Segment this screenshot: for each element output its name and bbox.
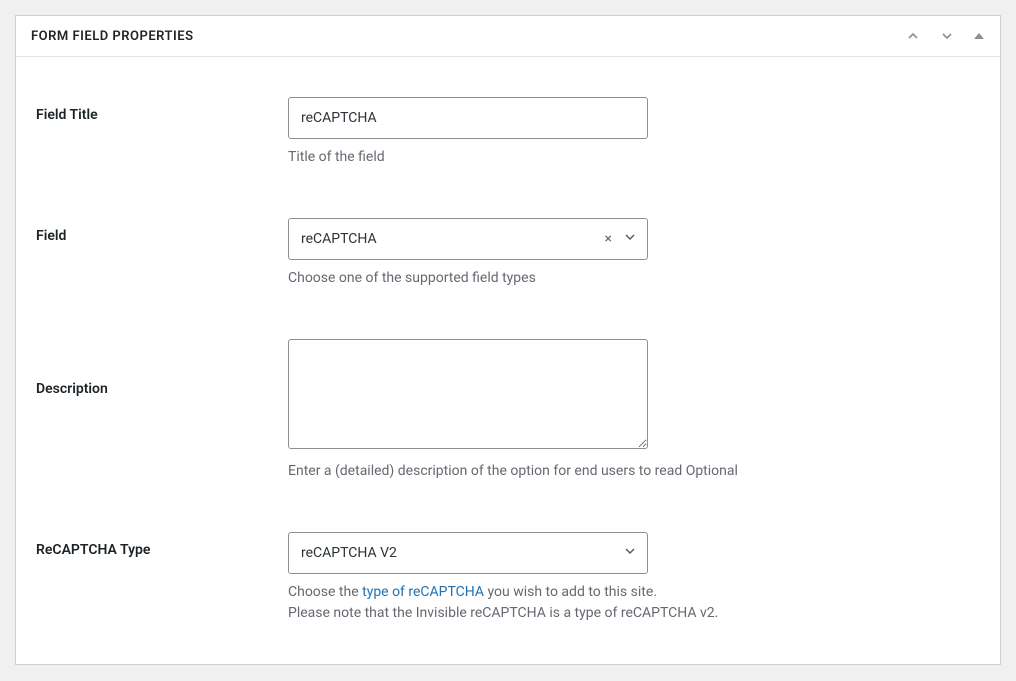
field-title-input[interactable] [288, 97, 648, 139]
field-select-icons: × [605, 229, 638, 249]
clear-icon[interactable]: × [605, 231, 612, 247]
chevron-down-icon[interactable] [622, 543, 638, 563]
panel-header: FORM FIELD PROPERTIES [16, 16, 1000, 57]
recaptcha-type-value: reCAPTCHA V2 [288, 532, 648, 574]
field-control: reCAPTCHA × Choose one of the supported … [288, 218, 648, 289]
field-select[interactable]: reCAPTCHA × [288, 218, 648, 260]
chevron-down-icon[interactable] [622, 229, 638, 249]
description-help: Enter a (detailed) description of the op… [288, 461, 808, 482]
field-label: Field [36, 218, 288, 289]
collapse-icon[interactable] [973, 30, 985, 42]
recaptcha-type-help: Choose the type of reCAPTCHA you wish to… [288, 582, 808, 624]
description-control: Enter a (detailed) description of the op… [288, 339, 648, 482]
panel-controls [905, 28, 985, 44]
field-title-row: Field Title Title of the field [36, 97, 980, 168]
recaptcha-type-row: ReCAPTCHA Type reCAPTCHA V2 Choose the t… [36, 532, 980, 624]
recaptcha-help-note: Please note that the Invisible reCAPTCHA… [288, 605, 718, 621]
recaptcha-type-label: ReCAPTCHA Type [36, 532, 288, 624]
chevron-up-icon[interactable] [905, 28, 921, 44]
recaptcha-type-select[interactable]: reCAPTCHA V2 [288, 532, 648, 574]
field-title-label: Field Title [36, 97, 288, 168]
recaptcha-type-icons [622, 543, 638, 563]
recaptcha-type-control: reCAPTCHA V2 Choose the type of reCAPTCH… [288, 532, 648, 624]
description-row: Description Enter a (detailed) descripti… [36, 339, 980, 482]
field-select-value: reCAPTCHA [288, 218, 648, 260]
recaptcha-help-prefix: Choose the [288, 584, 362, 600]
field-row: Field reCAPTCHA × Choose one of the supp… [36, 218, 980, 289]
description-textarea[interactable] [288, 339, 648, 449]
field-title-control: Title of the field [288, 97, 648, 168]
recaptcha-help-suffix: you wish to add to this site. [484, 584, 657, 600]
form-field-properties-panel: FORM FIELD PROPERTIES Field Title Title … [15, 15, 1001, 665]
chevron-down-icon[interactable] [939, 28, 955, 44]
panel-title: FORM FIELD PROPERTIES [31, 29, 194, 44]
field-help: Choose one of the supported field types [288, 268, 648, 289]
description-label: Description [36, 339, 288, 482]
recaptcha-type-link[interactable]: type of reCAPTCHA [362, 584, 484, 600]
field-title-help: Title of the field [288, 147, 648, 168]
panel-body: Field Title Title of the field Field reC… [16, 57, 1000, 664]
